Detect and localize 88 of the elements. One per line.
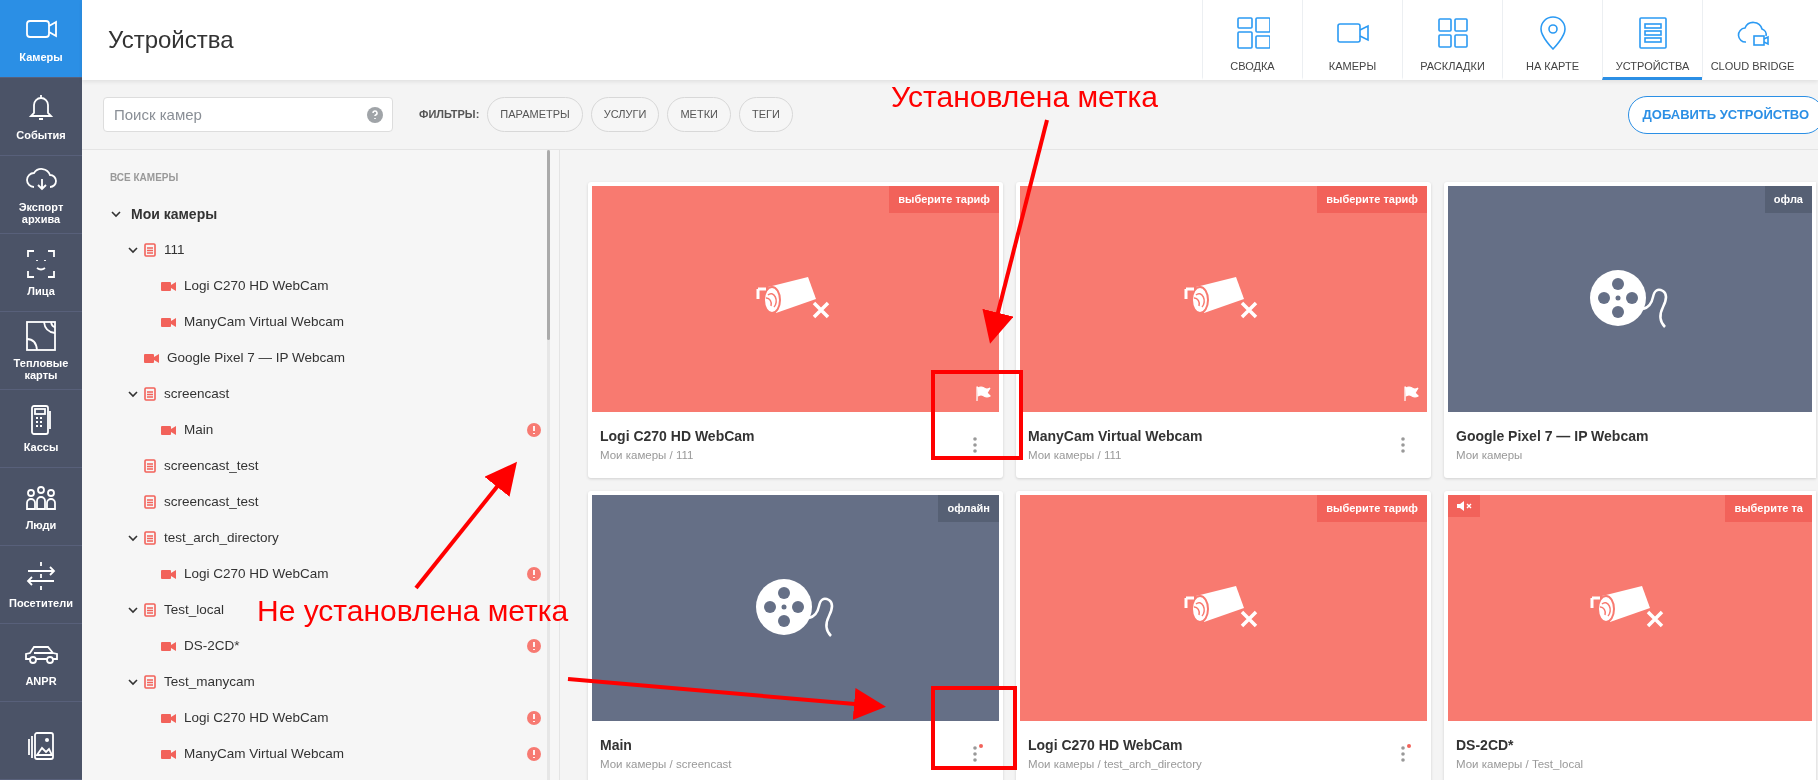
- status-badge: выберите тариф: [1317, 186, 1427, 213]
- camera-card[interactable]: выберите тариф Logi C270 HD WebCam Мои камеры / 111: [588, 182, 1003, 478]
- heatmap-icon: [24, 318, 58, 353]
- tree-label: 111: [164, 240, 185, 259]
- help-icon[interactable]: [367, 107, 383, 123]
- camera-name: ManyCam Virtual Webcam: [1028, 426, 1204, 446]
- page-title: Устройства: [108, 25, 235, 55]
- nav-tab[interactable]: КАМЕРЫ: [1302, 0, 1402, 80]
- camera-path: Мои камеры / Test_local: [1456, 756, 1585, 772]
- chevron-down-icon[interactable]: [127, 676, 139, 688]
- tree-label: Logi C270 HD WebCam: [184, 564, 329, 583]
- annotation-label: Установлена метка: [891, 79, 1158, 115]
- camera-path: Мои камеры / 111: [600, 447, 695, 463]
- tree-label: Test_local: [164, 600, 225, 619]
- tree-label: ManyCam Virtual Webcam: [184, 744, 345, 763]
- video-camera-icon: [161, 748, 176, 760]
- video-camera-icon: [161, 316, 176, 328]
- status-badge: офлайн: [938, 495, 999, 522]
- tree-label: ManyCam Virtual Webcam: [184, 312, 345, 331]
- chevron-down-icon[interactable]: [127, 244, 139, 256]
- nav-tab[interactable]: CLOUD BRIDGE: [1702, 0, 1802, 80]
- camera-card[interactable]: офла Google Pixel 7 — IP Webcam Мои камеры: [1444, 182, 1816, 478]
- camera-card[interactable]: офлайн Main Мои камеры / screencast: [588, 491, 1003, 780]
- filter-button[interactable]: УСЛУГИ: [590, 97, 660, 132]
- nav-tab[interactable]: РАСКЛАДКИ: [1402, 0, 1502, 80]
- chevron-down-icon[interactable]: [127, 532, 139, 544]
- status-badge: выберите тариф: [889, 186, 999, 213]
- camera-name: Logi C270 HD WebCam: [600, 426, 756, 446]
- sidebar-item[interactable]: События: [0, 77, 82, 156]
- tree-label: Google Pixel 7 — IP Webcam: [167, 348, 346, 367]
- camera-name: Google Pixel 7 — IP Webcam: [1456, 426, 1650, 446]
- flag-icon[interactable]: [1403, 386, 1419, 402]
- flag-icon[interactable]: [975, 386, 991, 402]
- camera-card[interactable]: выберите тариф ManyCam Virtual Webcam Мои камеры / 111: [1016, 182, 1431, 478]
- filter-button[interactable]: ПАРАМЕТРЫ: [487, 97, 583, 132]
- search-field[interactable]: Поиск камер: [103, 97, 393, 132]
- annotation-label: Не установлена метка: [257, 593, 569, 629]
- tree-label: Test_manycam: [164, 672, 255, 691]
- video-camera-icon: [144, 352, 159, 364]
- folder-list-icon: [144, 603, 156, 617]
- tree-label: Logi C270 HD WebCam: [184, 708, 329, 727]
- status-badge: выберите та: [1725, 495, 1812, 522]
- video-camera-icon: [161, 712, 176, 724]
- camera-path: Мои камеры: [1456, 447, 1524, 463]
- camera-path: Мои камеры / test_arch_directory: [1028, 756, 1203, 772]
- folder-list-icon: [144, 495, 156, 509]
- camera-name: Logi C270 HD WebCam: [1028, 735, 1184, 755]
- folder-list-icon: [144, 243, 156, 257]
- folder-list-icon: [144, 675, 156, 689]
- nav-tab[interactable]: УСТРОЙСТВА: [1602, 0, 1702, 80]
- tree-label: screencast: [164, 384, 230, 403]
- camera-name: Main: [600, 735, 633, 755]
- chevron-down-icon[interactable]: [127, 604, 139, 616]
- camera-card[interactable]: выберите та DS-2CD* Мои камеры / Test_local: [1444, 491, 1816, 780]
- tree-label: screencast_test: [164, 456, 259, 475]
- video-camera-icon: [161, 640, 176, 652]
- face-scan-icon: [24, 247, 58, 281]
- filters-label: ФИЛЬТРЫ:: [419, 107, 480, 123]
- kebab-menu-icon[interactable]: [1399, 744, 1411, 764]
- dashboard-icon: [1235, 16, 1270, 50]
- status-badge: офла: [1764, 186, 1812, 213]
- scrollbar-thumb[interactable]: [547, 150, 550, 340]
- kebab-menu-icon[interactable]: [971, 744, 983, 764]
- filter-button[interactable]: МЕТКИ: [667, 97, 731, 132]
- camera-path: Мои камеры / 111: [1028, 447, 1123, 463]
- tree-label: Main: [184, 420, 214, 439]
- tree-label: screencast_test: [164, 492, 259, 511]
- grid-icon: [1435, 16, 1470, 50]
- folder-list-icon: [144, 387, 156, 401]
- tree-label: Logi C270 HD WebCam: [184, 276, 329, 295]
- camera-name: DS-2CD*: [1456, 735, 1515, 755]
- camera-card[interactable]: выберите тариф Logi C270 HD WebCam Мои камеры / test_arch_directory: [1016, 491, 1431, 780]
- nav-tab[interactable]: НА КАРТЕ: [1502, 0, 1602, 80]
- tree-label: test_arch_directory: [164, 528, 279, 547]
- chevron-down-icon[interactable]: [127, 388, 139, 400]
- video-camera-icon: [161, 280, 176, 292]
- video-camera-icon: [161, 424, 176, 436]
- chevron-down-icon[interactable]: [110, 208, 122, 220]
- tree-label: DS-2CD*: [184, 636, 240, 655]
- folder-list-icon: [144, 531, 156, 545]
- tree-label: Мои камеры: [131, 204, 218, 224]
- status-badge: выберите тариф: [1317, 495, 1427, 522]
- video-camera-icon: [161, 568, 176, 580]
- tree-heading: ВСЕ КАМЕРЫ: [109, 171, 180, 185]
- nav-tab[interactable]: СВОДКА: [1202, 0, 1302, 80]
- camera-path: Мои камеры / screencast: [600, 756, 733, 772]
- filter-button[interactable]: ТЕГИ: [738, 97, 793, 132]
- folder-list-icon: [144, 459, 156, 473]
